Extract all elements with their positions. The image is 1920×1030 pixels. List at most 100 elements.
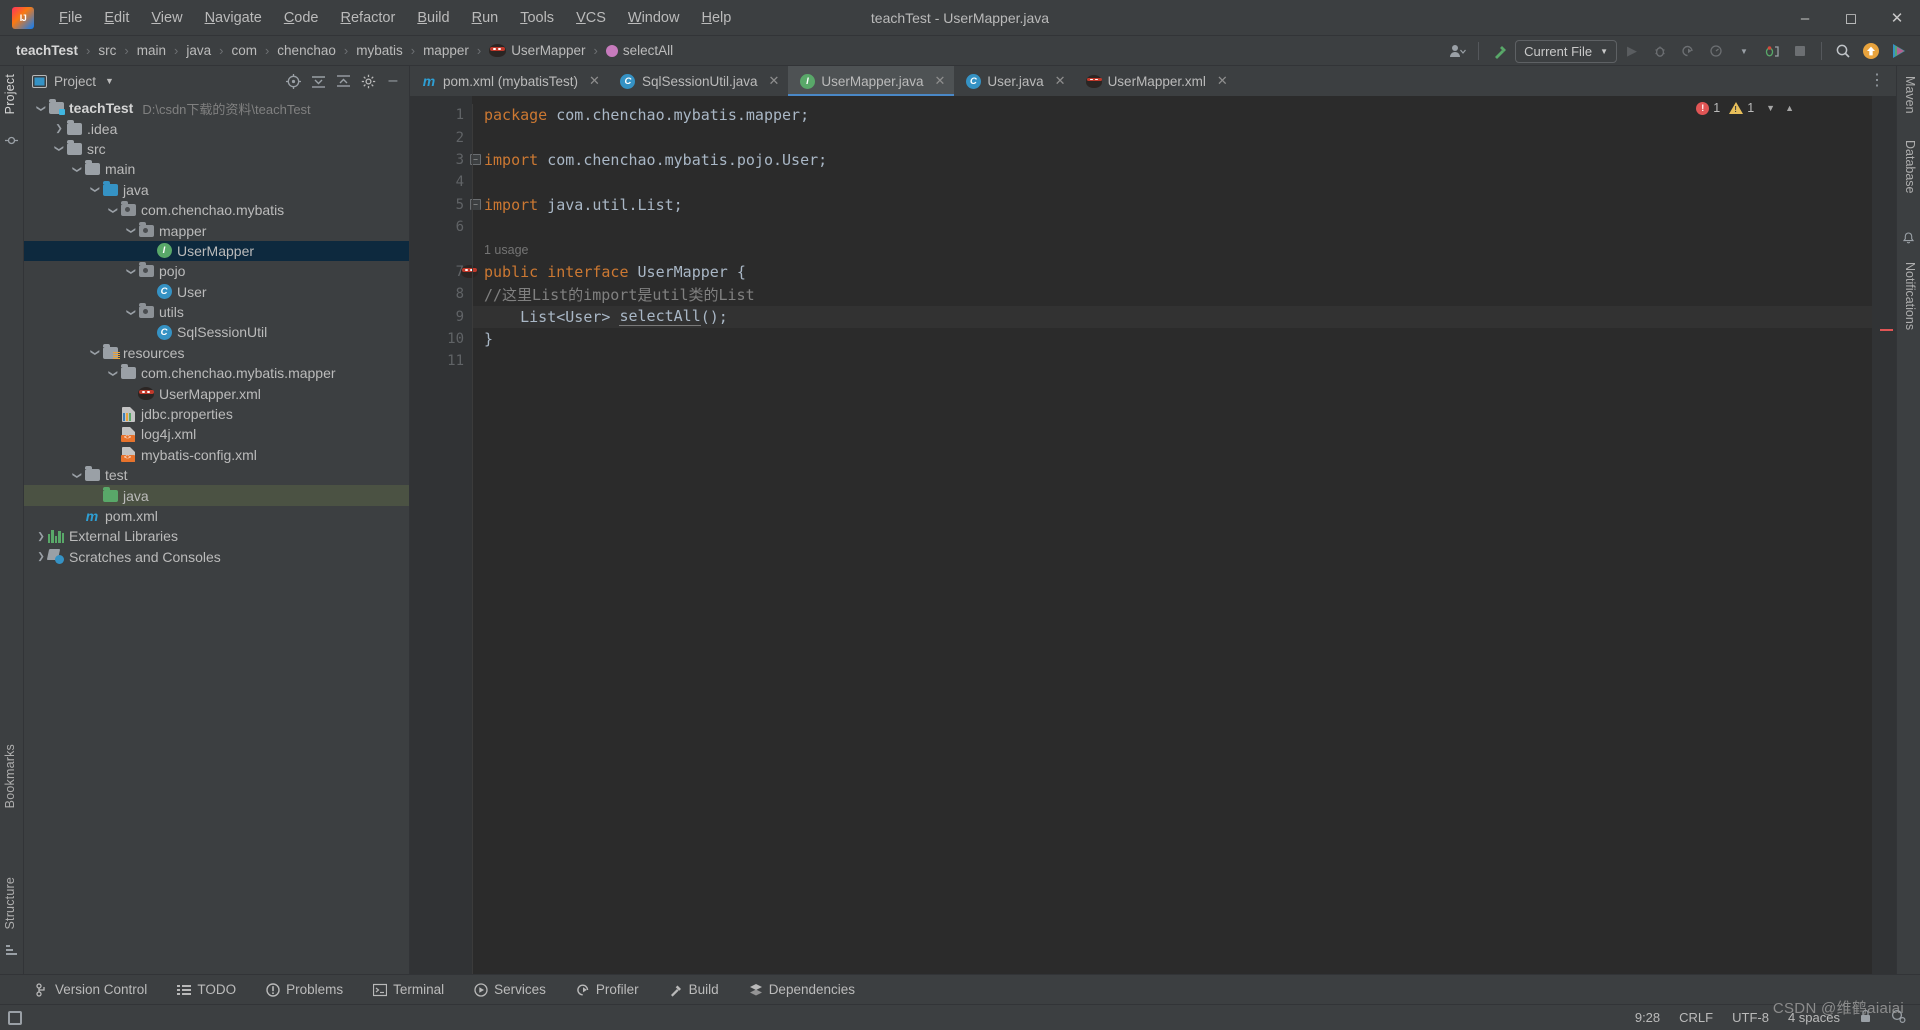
menu-item-view[interactable]: View xyxy=(140,6,193,30)
bottom-tab-todo[interactable]: TODO xyxy=(172,979,241,1000)
chevron-down-icon[interactable]: ❯ xyxy=(108,366,119,380)
editor-tab-usermapper-java[interactable]: I UserMapper.java ✕ xyxy=(788,66,955,96)
chevron-down-icon[interactable]: ▼ xyxy=(1731,39,1757,63)
editor-tab-usermapper-xml[interactable]: UserMapper.xml ✕ xyxy=(1075,66,1237,96)
line-number-8[interactable]: 8 xyxy=(410,283,472,305)
search-everywhere-icon[interactable] xyxy=(1830,39,1856,63)
editor-tab-sqlsessionutil-java[interactable]: C SqlSessionUtil.java ✕ xyxy=(609,66,788,96)
code-line-3[interactable]: import com.chenchao.mybatis.pojo.User; xyxy=(472,149,1896,171)
sidebar-item-structure[interactable]: Structure xyxy=(0,871,21,936)
chevron-down-icon[interactable]: ▼ xyxy=(105,76,114,86)
chevron-down-icon[interactable]: ❯ xyxy=(90,346,101,360)
caret-position[interactable]: 9:28 xyxy=(1635,1010,1660,1025)
read-only-icon[interactable] xyxy=(1859,1009,1872,1026)
usage-hint[interactable]: 1 usage xyxy=(472,238,1896,260)
tree-node-java[interactable]: ❯ java xyxy=(24,180,409,200)
sidebar-item-notifications[interactable]: Notifications xyxy=(1899,256,1920,336)
code-line-5[interactable]: import java.util.List; xyxy=(472,194,1896,216)
close-icon[interactable]: ✕ xyxy=(1217,73,1228,89)
attach-debugger-icon[interactable] xyxy=(1759,39,1785,63)
bottom-tab-version-control[interactable]: Version Control xyxy=(30,979,152,1000)
menu-item-navigate[interactable]: Navigate xyxy=(194,6,273,30)
chevron-down-icon[interactable]: ❯ xyxy=(36,101,47,115)
bottom-tab-profiler[interactable]: Profiler xyxy=(571,979,644,1000)
tree-node-log4j-xml[interactable]: log4j.xml xyxy=(24,424,409,444)
line-number-1[interactable]: 1 xyxy=(410,104,472,126)
indent-setting[interactable]: 4 spaces xyxy=(1788,1010,1840,1025)
close-icon[interactable]: ✕ xyxy=(1874,0,1920,36)
menu-item-help[interactable]: Help xyxy=(690,6,742,30)
line-number-5[interactable]: 5− xyxy=(410,194,481,216)
line-number-9[interactable]: 9 xyxy=(410,306,472,328)
breadcrumb-item-chenchao[interactable]: chenchao xyxy=(273,42,340,59)
line-number-11[interactable]: 11 xyxy=(410,350,472,372)
profiler-icon[interactable] xyxy=(1703,39,1729,63)
close-icon[interactable]: ✕ xyxy=(769,73,780,89)
line-number-2[interactable]: 2 xyxy=(410,126,472,148)
code-line-6[interactable] xyxy=(472,216,1896,238)
tree-node-test[interactable]: ❯ test xyxy=(24,465,409,485)
tree-node-pom-xml[interactable]: m pom.xml xyxy=(24,506,409,526)
tree-node--idea[interactable]: ❯ .idea xyxy=(24,118,409,138)
tree-node-com-chenchao-mybatis[interactable]: ❯ com.chenchao.mybatis xyxy=(24,200,409,220)
bell-icon[interactable] xyxy=(1902,232,1915,248)
editor-gutter[interactable]: 1 2 3−4 5−6 7 8 9 10 11 xyxy=(410,96,481,974)
run-configuration-selector[interactable]: Current File ▼ xyxy=(1515,39,1617,63)
editor-text-area[interactable]: package com.chenchao.mybatis.mapper; impo… xyxy=(472,96,1896,974)
sidebar-item-project[interactable]: Project xyxy=(0,68,21,120)
ai-assistant-icon[interactable] xyxy=(1886,39,1912,63)
code-line-11[interactable] xyxy=(472,350,1896,372)
breadcrumb-item-mapper[interactable]: mapper xyxy=(419,42,473,59)
code-line-1[interactable]: package com.chenchao.mybatis.mapper; xyxy=(472,104,1896,126)
chevron-down-icon[interactable]: ❯ xyxy=(90,183,101,197)
breadcrumb-item-selectall[interactable]: selectAll xyxy=(602,42,677,59)
line-number-6[interactable]: 6 xyxy=(410,216,472,238)
menu-item-run[interactable]: Run xyxy=(461,6,510,30)
collapse-all-icon[interactable] xyxy=(333,71,353,91)
code-line-7[interactable]: public interface UserMapper { xyxy=(472,261,1896,283)
menu-item-build[interactable]: Build xyxy=(406,6,460,30)
code-line-10[interactable]: } xyxy=(472,328,1896,350)
run-with-coverage-icon[interactable] xyxy=(1675,39,1701,63)
chevron-right-icon[interactable]: ❯ xyxy=(34,551,48,562)
stop-icon[interactable] xyxy=(1787,39,1813,63)
menu-item-refactor[interactable]: Refactor xyxy=(330,6,407,30)
chevron-right-icon[interactable]: ❯ xyxy=(34,531,48,542)
breadcrumb-item-usermapper[interactable]: UserMapper xyxy=(485,42,589,59)
sidebar-item-database[interactable]: Database xyxy=(1899,134,1920,200)
layout-icon[interactable] xyxy=(8,1010,22,1025)
breadcrumb-item-src[interactable]: src xyxy=(94,42,120,59)
tree-node-teachtest[interactable]: ❯ teachTest D:\csdn下载的资料\teachTest xyxy=(24,98,409,118)
debug-icon[interactable] xyxy=(1647,39,1673,63)
bottom-tab-problems[interactable]: Problems xyxy=(261,979,348,1000)
breadcrumb-item-java[interactable]: java xyxy=(182,42,215,59)
tree-node-src[interactable]: ❯ src xyxy=(24,139,409,159)
breadcrumb-item-main[interactable]: main xyxy=(133,42,170,59)
menu-item-tools[interactable]: Tools xyxy=(509,6,565,30)
bottom-tab-dependencies[interactable]: Dependencies xyxy=(744,979,860,1000)
menu-item-file[interactable]: File xyxy=(48,6,93,30)
tree-node-sqlsessionutil[interactable]: C SqlSessionUtil xyxy=(24,322,409,342)
chevron-down-icon[interactable]: ❯ xyxy=(72,162,83,176)
project-tree[interactable]: ❯ teachTest D:\csdn下载的资料\teachTest ❯ .idea ❯ s… xyxy=(24,96,409,974)
chevron-down-icon[interactable]: ❯ xyxy=(126,264,137,278)
tree-node-main[interactable]: ❯ main xyxy=(24,159,409,179)
close-icon[interactable]: ✕ xyxy=(934,73,945,89)
tree-node-external-libraries[interactable]: ❯ External Libraries xyxy=(24,526,409,546)
close-icon[interactable]: ✕ xyxy=(1055,73,1066,89)
chevron-down-icon[interactable]: ❯ xyxy=(54,142,65,156)
line-number-10[interactable]: 10 xyxy=(410,328,472,350)
line-number-4[interactable]: 4 xyxy=(410,171,472,193)
tree-node-pojo[interactable]: ❯ pojo xyxy=(24,261,409,281)
menu-item-vcs[interactable]: VCS xyxy=(565,6,617,30)
bottom-tab-build[interactable]: Build xyxy=(664,979,724,1000)
update-available-icon[interactable] xyxy=(1858,39,1884,63)
inspection-widget-icon[interactable] xyxy=(1891,1009,1906,1026)
chevron-down-icon[interactable]: ❯ xyxy=(126,305,137,319)
chevron-down-icon[interactable]: ▼ xyxy=(1766,103,1775,113)
maximize-icon[interactable]: ◻ xyxy=(1828,0,1874,36)
chevron-down-icon[interactable]: ❯ xyxy=(108,203,119,217)
commit-icon[interactable] xyxy=(5,134,18,150)
menu-item-edit[interactable]: Edit xyxy=(93,6,140,30)
line-number-7[interactable]: 7 xyxy=(410,261,478,283)
